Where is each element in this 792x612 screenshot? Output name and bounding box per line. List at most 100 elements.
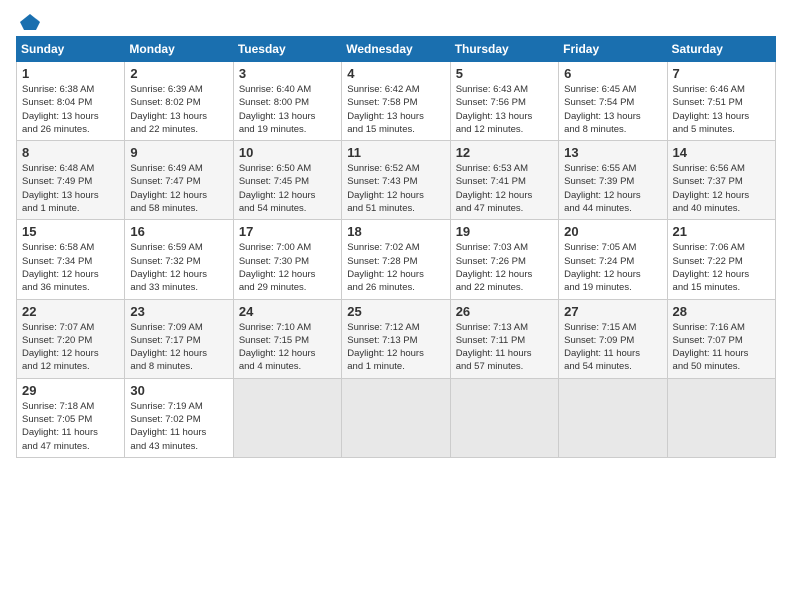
day-number: 23: [130, 304, 227, 319]
calendar-week-1: 1 Sunrise: 6:38 AM Sunset: 8:04 PM Daylig…: [17, 62, 776, 141]
calendar-body: 1 Sunrise: 6:38 AM Sunset: 8:04 PM Daylig…: [17, 62, 776, 458]
day-info: Sunrise: 7:12 AM Sunset: 7:13 PM Dayligh…: [347, 321, 444, 374]
calendar-cell: [342, 378, 450, 457]
calendar-cell: 11 Sunrise: 6:52 AM Sunset: 7:43 PM Dayli…: [342, 141, 450, 220]
calendar-cell: 15 Sunrise: 6:58 AM Sunset: 7:34 PM Dayli…: [17, 220, 125, 299]
day-number: 19: [456, 224, 553, 239]
calendar-header-sunday: Sunday: [17, 37, 125, 62]
day-number: 27: [564, 304, 661, 319]
calendar-header-tuesday: Tuesday: [233, 37, 341, 62]
day-number: 12: [456, 145, 553, 160]
day-info: Sunrise: 7:02 AM Sunset: 7:28 PM Dayligh…: [347, 241, 444, 294]
day-info: Sunrise: 6:40 AM Sunset: 8:00 PM Dayligh…: [239, 83, 336, 136]
day-info: Sunrise: 6:38 AM Sunset: 8:04 PM Dayligh…: [22, 83, 119, 136]
calendar-cell: 9 Sunrise: 6:49 AM Sunset: 7:47 PM Daylig…: [125, 141, 233, 220]
calendar-header-friday: Friday: [559, 37, 667, 62]
calendar-week-3: 15 Sunrise: 6:58 AM Sunset: 7:34 PM Dayli…: [17, 220, 776, 299]
calendar-week-2: 8 Sunrise: 6:48 AM Sunset: 7:49 PM Daylig…: [17, 141, 776, 220]
day-info: Sunrise: 7:07 AM Sunset: 7:20 PM Dayligh…: [22, 321, 119, 374]
calendar-cell: 7 Sunrise: 6:46 AM Sunset: 7:51 PM Daylig…: [667, 62, 775, 141]
day-number: 24: [239, 304, 336, 319]
day-number: 13: [564, 145, 661, 160]
day-info: Sunrise: 7:00 AM Sunset: 7:30 PM Dayligh…: [239, 241, 336, 294]
calendar-cell: 12 Sunrise: 6:53 AM Sunset: 7:41 PM Dayli…: [450, 141, 558, 220]
day-number: 21: [673, 224, 770, 239]
calendar-cell: 8 Sunrise: 6:48 AM Sunset: 7:49 PM Daylig…: [17, 141, 125, 220]
calendar-cell: 14 Sunrise: 6:56 AM Sunset: 7:37 PM Dayli…: [667, 141, 775, 220]
calendar-cell: [559, 378, 667, 457]
day-info: Sunrise: 6:53 AM Sunset: 7:41 PM Dayligh…: [456, 162, 553, 215]
calendar-table: SundayMondayTuesdayWednesdayThursdayFrid…: [16, 36, 776, 458]
calendar-cell: [450, 378, 558, 457]
day-number: 15: [22, 224, 119, 239]
day-number: 29: [22, 383, 119, 398]
calendar-cell: 6Sunrise: 6:45 AM Sunset: 7:54 PM Daylig…: [559, 62, 667, 141]
day-number: 10: [239, 145, 336, 160]
header-area: [16, 12, 776, 28]
day-info: Sunrise: 6:48 AM Sunset: 7:49 PM Dayligh…: [22, 162, 119, 215]
day-number: 9: [130, 145, 227, 160]
calendar-header-monday: Monday: [125, 37, 233, 62]
day-number: 17: [239, 224, 336, 239]
day-number: 3: [239, 66, 336, 81]
day-number: 14: [673, 145, 770, 160]
day-info: Sunrise: 6:56 AM Sunset: 7:37 PM Dayligh…: [673, 162, 770, 215]
day-number: 16: [130, 224, 227, 239]
page-container: SundayMondayTuesdayWednesdayThursdayFrid…: [0, 0, 792, 466]
day-number: 4: [347, 66, 444, 81]
day-info: Sunrise: 7:05 AM Sunset: 7:24 PM Dayligh…: [564, 241, 661, 294]
calendar-cell: 3 Sunrise: 6:40 AM Sunset: 8:00 PM Daylig…: [233, 62, 341, 141]
day-number: 2: [130, 66, 227, 81]
day-number: 28: [673, 304, 770, 319]
day-info: Sunrise: 6:49 AM Sunset: 7:47 PM Dayligh…: [130, 162, 227, 215]
day-number: 1: [22, 66, 119, 81]
day-info: Sunrise: 6:42 AM Sunset: 7:58 PM Dayligh…: [347, 83, 444, 136]
day-info: Sunrise: 6:45 AM Sunset: 7:54 PM Dayligh…: [564, 83, 661, 136]
calendar-cell: 13Sunrise: 6:55 AM Sunset: 7:39 PM Dayli…: [559, 141, 667, 220]
day-number: 25: [347, 304, 444, 319]
calendar-cell: 5Sunrise: 6:43 AM Sunset: 7:56 PM Daylig…: [450, 62, 558, 141]
day-info: Sunrise: 7:13 AM Sunset: 7:11 PM Dayligh…: [456, 321, 553, 374]
day-number: 8: [22, 145, 119, 160]
logo-icon: [18, 12, 42, 32]
calendar-cell: 25 Sunrise: 7:12 AM Sunset: 7:13 PM Dayli…: [342, 299, 450, 378]
logo: [16, 12, 42, 28]
day-number: 30: [130, 383, 227, 398]
calendar-cell: [233, 378, 341, 457]
day-info: Sunrise: 6:50 AM Sunset: 7:45 PM Dayligh…: [239, 162, 336, 215]
day-info: Sunrise: 7:16 AM Sunset: 7:07 PM Dayligh…: [673, 321, 770, 374]
day-info: Sunrise: 6:52 AM Sunset: 7:43 PM Dayligh…: [347, 162, 444, 215]
calendar-cell: 16 Sunrise: 6:59 AM Sunset: 7:32 PM Dayli…: [125, 220, 233, 299]
calendar-cell: 29 Sunrise: 7:18 AM Sunset: 7:05 PM Dayli…: [17, 378, 125, 457]
calendar-cell: 21Sunrise: 7:06 AM Sunset: 7:22 PM Dayli…: [667, 220, 775, 299]
calendar-header-saturday: Saturday: [667, 37, 775, 62]
calendar-week-5: 29 Sunrise: 7:18 AM Sunset: 7:05 PM Dayli…: [17, 378, 776, 457]
calendar-cell: 28 Sunrise: 7:16 AM Sunset: 7:07 PM Dayli…: [667, 299, 775, 378]
day-info: Sunrise: 6:43 AM Sunset: 7:56 PM Dayligh…: [456, 83, 553, 136]
day-info: Sunrise: 6:58 AM Sunset: 7:34 PM Dayligh…: [22, 241, 119, 294]
calendar-cell: 10 Sunrise: 6:50 AM Sunset: 7:45 PM Dayli…: [233, 141, 341, 220]
calendar-cell: 1 Sunrise: 6:38 AM Sunset: 8:04 PM Daylig…: [17, 62, 125, 141]
day-info: Sunrise: 7:18 AM Sunset: 7:05 PM Dayligh…: [22, 400, 119, 453]
day-number: 22: [22, 304, 119, 319]
day-number: 11: [347, 145, 444, 160]
day-info: Sunrise: 7:09 AM Sunset: 7:17 PM Dayligh…: [130, 321, 227, 374]
day-number: 20: [564, 224, 661, 239]
calendar-week-4: 22 Sunrise: 7:07 AM Sunset: 7:20 PM Dayli…: [17, 299, 776, 378]
calendar-cell: 2Sunrise: 6:39 AM Sunset: 8:02 PM Daylig…: [125, 62, 233, 141]
day-info: Sunrise: 7:03 AM Sunset: 7:26 PM Dayligh…: [456, 241, 553, 294]
day-info: Sunrise: 7:10 AM Sunset: 7:15 PM Dayligh…: [239, 321, 336, 374]
calendar-header-row: SundayMondayTuesdayWednesdayThursdayFrid…: [17, 37, 776, 62]
day-number: 18: [347, 224, 444, 239]
calendar-cell: 27Sunrise: 7:15 AM Sunset: 7:09 PM Dayli…: [559, 299, 667, 378]
calendar-cell: 30 Sunrise: 7:19 AM Sunset: 7:02 PM Dayli…: [125, 378, 233, 457]
calendar-cell: 18 Sunrise: 7:02 AM Sunset: 7:28 PM Dayli…: [342, 220, 450, 299]
calendar-cell: 22 Sunrise: 7:07 AM Sunset: 7:20 PM Dayli…: [17, 299, 125, 378]
day-info: Sunrise: 7:19 AM Sunset: 7:02 PM Dayligh…: [130, 400, 227, 453]
calendar-cell: 26Sunrise: 7:13 AM Sunset: 7:11 PM Dayli…: [450, 299, 558, 378]
calendar-cell: 4 Sunrise: 6:42 AM Sunset: 7:58 PM Daylig…: [342, 62, 450, 141]
calendar-cell: 24 Sunrise: 7:10 AM Sunset: 7:15 PM Dayli…: [233, 299, 341, 378]
day-info: Sunrise: 6:59 AM Sunset: 7:32 PM Dayligh…: [130, 241, 227, 294]
day-info: Sunrise: 6:46 AM Sunset: 7:51 PM Dayligh…: [673, 83, 770, 136]
day-number: 7: [673, 66, 770, 81]
